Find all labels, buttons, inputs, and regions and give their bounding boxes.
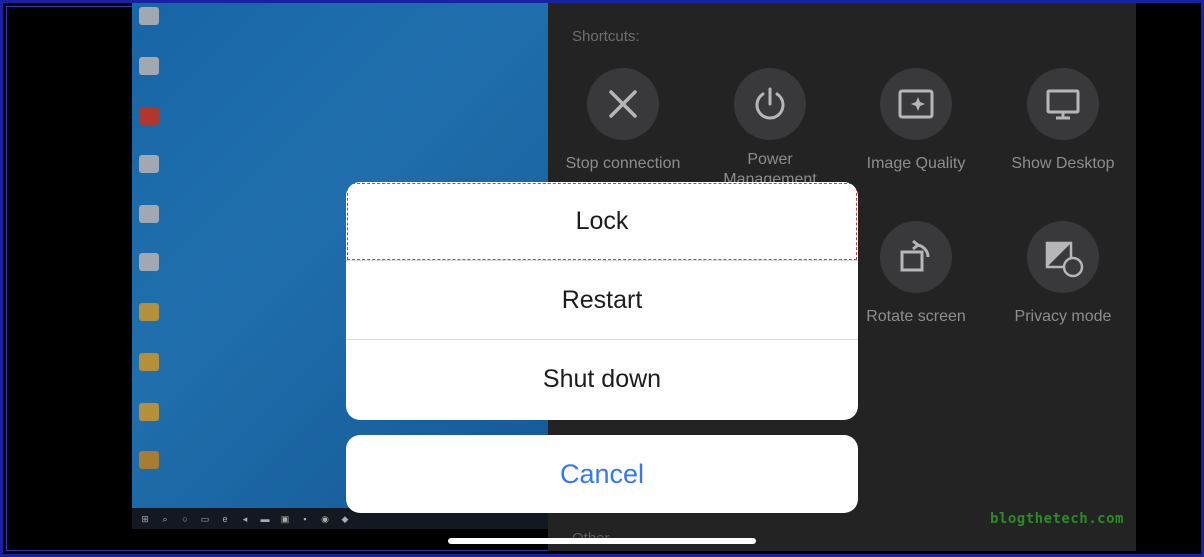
privacy-mode-shortcut[interactable]: Privacy mode	[989, 221, 1137, 327]
desktop-icon[interactable]	[134, 253, 164, 271]
home-indicator[interactable]	[448, 538, 756, 544]
desktop-icon-image	[139, 253, 159, 271]
rotate-screen-button[interactable]	[880, 221, 952, 293]
desktop-icon[interactable]	[134, 155, 164, 173]
shortcut-label: Show Desktop	[1011, 155, 1115, 172]
shortcuts-title: Shortcuts:	[572, 28, 640, 45]
power-icon	[755, 87, 785, 120]
cancel-button[interactable]: Cancel	[346, 435, 858, 513]
stop-connection-shortcut[interactable]: Stop connection	[549, 68, 697, 174]
desktop-icon-image	[139, 353, 159, 371]
taskbar-app-icon[interactable]: ◂	[240, 514, 250, 524]
anydesk-icon[interactable]: ◆	[340, 514, 350, 524]
power-management-button[interactable]	[734, 68, 806, 140]
desktop-icon[interactable]	[134, 451, 164, 469]
desktop-icon-image	[139, 57, 159, 75]
watermark-text: blogthetech.com	[990, 511, 1124, 527]
stop-connection-button[interactable]	[587, 68, 659, 140]
taskbar-app-icon[interactable]: ▪	[300, 514, 310, 524]
desktop-icon[interactable]	[134, 7, 164, 25]
power-action-sheet: Lock Restart Shut down	[346, 182, 858, 420]
power-management-shortcut[interactable]: Power Management	[696, 68, 844, 190]
desktop-icon-image	[139, 205, 159, 223]
desktop-icon[interactable]	[134, 205, 164, 223]
right-letterbox	[1136, 3, 1198, 551]
rotate-screen-shortcut[interactable]: Rotate screen	[842, 221, 990, 327]
privacy-mode-button[interactable]	[1027, 221, 1099, 293]
desktop-icon-image	[139, 7, 159, 25]
shortcut-label: Rotate screen	[866, 308, 966, 325]
show-desktop-button[interactable]	[1027, 68, 1099, 140]
privacy-icon	[1045, 241, 1084, 278]
lock-option[interactable]: Lock	[346, 182, 858, 261]
image-quality-icon	[898, 89, 934, 119]
desktop-icon[interactable]	[134, 403, 164, 421]
desktop-icon-image	[139, 403, 159, 421]
rotate-icon	[900, 239, 930, 272]
cortana-icon[interactable]: ○	[180, 514, 190, 524]
desktop-icon[interactable]	[134, 57, 164, 75]
desktop-icon[interactable]	[134, 107, 164, 125]
edge-icon[interactable]: e	[220, 514, 230, 524]
desktop-icon-image	[139, 451, 159, 469]
chrome-icon[interactable]: ◉	[320, 514, 330, 524]
shut-down-option[interactable]: Shut down	[346, 340, 858, 419]
search-icon[interactable]: ⌕	[160, 514, 170, 524]
store-icon[interactable]: ▣	[280, 514, 290, 524]
file-explorer-icon[interactable]: ▬	[260, 514, 270, 524]
image-quality-shortcut[interactable]: Image Quality	[842, 68, 990, 174]
shortcut-label: Image Quality	[866, 155, 966, 172]
shortcut-label: Stop connection	[565, 155, 681, 172]
desktop-icon[interactable]	[134, 303, 164, 321]
task-view-icon[interactable]: ▭	[200, 514, 210, 524]
restart-option[interactable]: Restart	[346, 261, 858, 340]
shortcut-label: Privacy mode	[1014, 308, 1112, 325]
close-icon	[609, 90, 637, 118]
monitor-icon	[1046, 89, 1080, 120]
desktop-icon-image	[139, 303, 159, 321]
desktop-icon-image	[139, 107, 159, 125]
windows-start-icon[interactable]: ⊞	[140, 514, 150, 524]
show-desktop-shortcut[interactable]: Show Desktop	[989, 68, 1137, 174]
desktop-icon-image	[139, 155, 159, 173]
desktop-icon[interactable]	[134, 353, 164, 371]
image-quality-button[interactable]	[880, 68, 952, 140]
